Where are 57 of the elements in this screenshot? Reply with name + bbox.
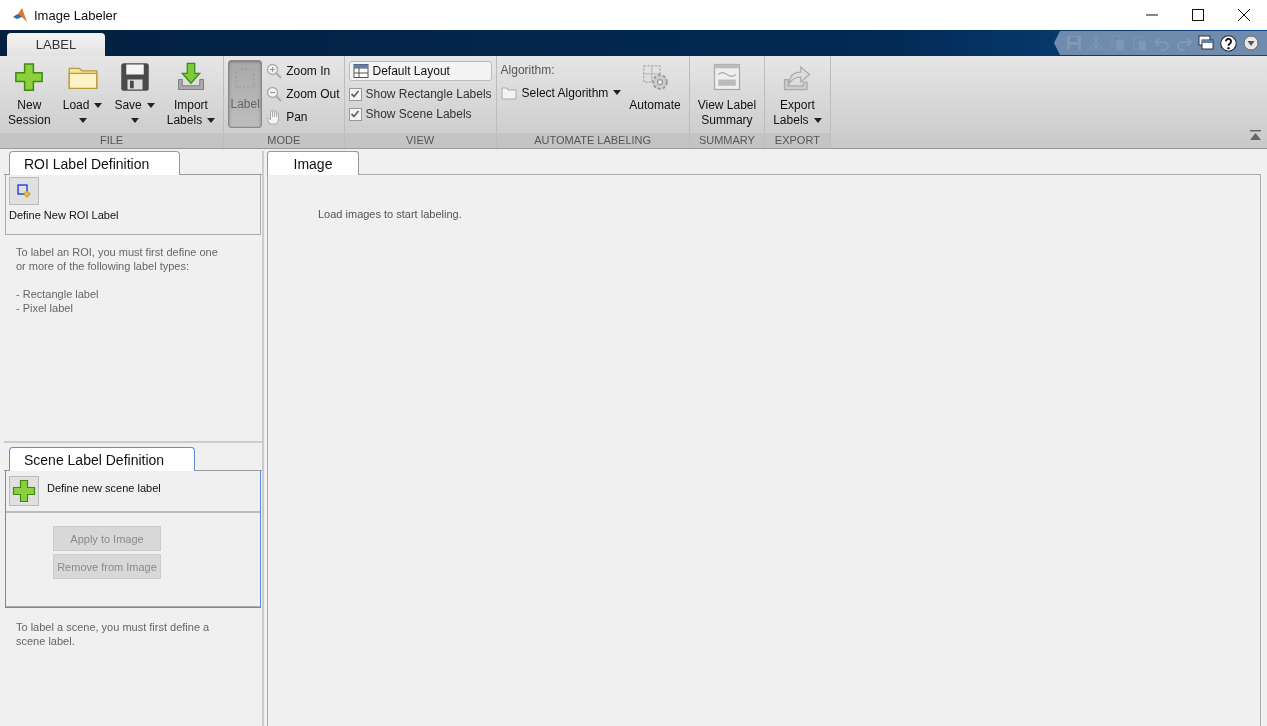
caret-icon [146, 103, 155, 108]
plus-icon [14, 62, 45, 92]
caret-icon [94, 103, 103, 108]
ribbon-button[interactable]: Save [110, 59, 159, 130]
define-scene-button[interactable] [9, 476, 39, 506]
panel-tab[interactable]: ROI Label Definition [9, 151, 181, 175]
section-title: AUTOMATE LABELING [496, 133, 689, 148]
section-title: SUMMARY [689, 133, 765, 148]
section-title: VIEW [344, 133, 496, 148]
collapse-ribbon-icon[interactable] [1250, 130, 1261, 140]
algorithm-caption: Algorithm: [500, 62, 556, 79]
ribbon-button[interactable]: View Label Summary [693, 59, 761, 130]
ribbon-button[interactable]: Export Labels [769, 59, 826, 130]
ribbon-button[interactable]: Load [58, 59, 107, 130]
dropdown-icon[interactable] [1243, 35, 1259, 51]
app-logo-icon [12, 7, 28, 23]
ribbon-button[interactable]: New Session [4, 59, 55, 130]
label-type-item: - Pixel label [15, 301, 74, 315]
define-roi-label: Define New ROI Label [9, 209, 120, 221]
ribbon-small-button[interactable]: Zoom Out [266, 82, 340, 105]
folder-icon [500, 84, 517, 101]
caret-icon [813, 118, 822, 123]
caret-icon [130, 118, 139, 123]
help-text: To label a scene, you must first define a scene label. [15, 620, 211, 648]
section-title: MODE [224, 133, 344, 148]
download-arrow-icon [175, 62, 206, 92]
gear-grid-icon [640, 62, 670, 92]
section-title: EXPORT [765, 133, 830, 148]
ribbon-button[interactable]: Automate [625, 59, 685, 130]
plus-icon [12, 479, 36, 503]
layout-button[interactable]: Default Layout [348, 61, 492, 81]
ribbon-button[interactable]: Import Labels [162, 59, 220, 130]
caret-icon [78, 118, 87, 123]
window-title: Image Labeler [34, 7, 118, 23]
ribbon-tab[interactable]: LABEL [7, 33, 105, 56]
empty-message: Load images to start labeling. [318, 208, 462, 220]
label-type-item: - Rectangle label [15, 287, 100, 301]
ribbon-small-button[interactable]: Zoom In [266, 59, 340, 82]
help-text: To label an ROI, you must first define one or more of the following label types: [15, 245, 219, 273]
report-window-icon [711, 62, 742, 92]
ribbon-small-button[interactable]: Pan [266, 105, 340, 128]
algorithm-dropdown[interactable]: Select Algorithm [500, 81, 622, 104]
panel-tab[interactable]: Scene Label Definition [9, 447, 196, 471]
define-roi-button[interactable] [9, 177, 39, 205]
help-icon[interactable] [1220, 34, 1237, 52]
document-tab[interactable]: Image [267, 151, 359, 175]
close-icon[interactable] [1238, 9, 1250, 21]
table-layout-icon [352, 63, 369, 79]
caret-icon [207, 118, 216, 123]
section-title: FILE [0, 133, 224, 148]
maximize-icon[interactable] [1192, 9, 1204, 21]
caret-icon [613, 90, 622, 95]
zoom-in-icon [266, 62, 283, 79]
windows-icon[interactable] [1198, 35, 1214, 51]
rectangle-add-icon [16, 183, 32, 199]
define-scene-label: Define new scene label [47, 482, 161, 494]
zoom-out-icon [266, 85, 283, 102]
